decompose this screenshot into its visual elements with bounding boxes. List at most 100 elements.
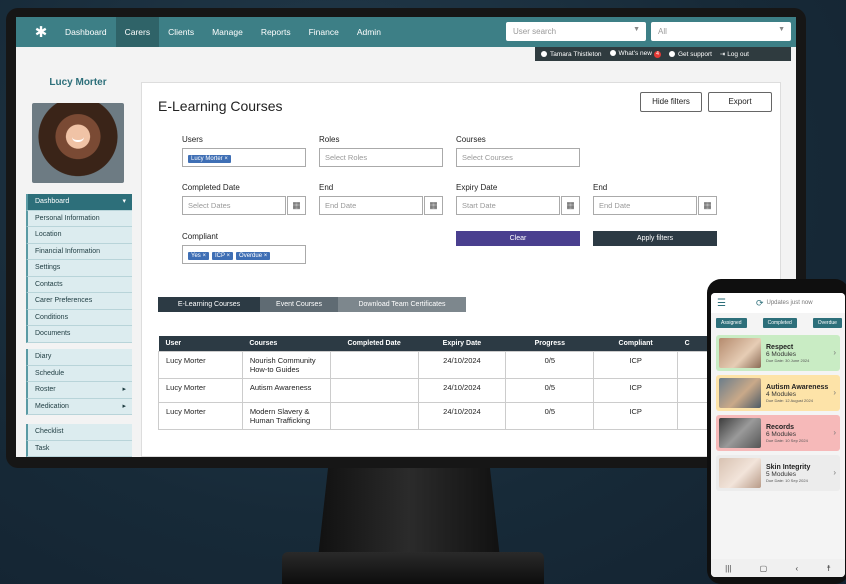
users-tag[interactable]: Lucy Morter × (188, 155, 231, 163)
sidebar-item-schedule[interactable]: Schedule (26, 365, 132, 382)
logout-link[interactable]: ⇥ Log out (720, 50, 749, 58)
table-row[interactable]: Lucy Morter Autism Awareness 24/10/2024 … (158, 377, 718, 403)
scope-select[interactable]: All ▼ (651, 22, 791, 41)
sidebar-item-settings[interactable]: Settings (26, 260, 132, 277)
course-card-respect[interactable]: Respect 6 Modules Due Date: 30 June 2024 › (716, 335, 840, 371)
compliant-field[interactable]: Yes × ICP × Overdue × (182, 245, 306, 264)
home-icon[interactable]: ▢ (760, 564, 768, 573)
sidebar-item-task[interactable]: Task (26, 440, 132, 457)
chip-assigned[interactable]: Assigned (716, 318, 747, 328)
whats-new-link[interactable]: What's new 4 (609, 50, 661, 58)
app-logo-icon[interactable]: ✱ (26, 17, 56, 47)
clear-button[interactable]: Clear (456, 231, 580, 246)
chevron-right-icon: › (833, 388, 836, 397)
compliant-tag-overdue[interactable]: Overdue × (236, 252, 271, 260)
compliant-label: Compliant (182, 232, 219, 241)
completed-date-input[interactable]: Select Dates (182, 196, 286, 215)
phone-screen: ☰ ⟳ Updates just now Assigned Completed … (711, 293, 845, 577)
nav-dashboard[interactable]: Dashboard (56, 17, 116, 47)
course-card-skin-integrity[interactable]: Skin Integrity 5 Modules Due Date: 10 Sep … (716, 455, 840, 491)
nav-clients[interactable]: Clients (159, 17, 203, 47)
users-label: Users (182, 135, 203, 144)
courses-table: User Courses Completed Date Expiry Date … (158, 336, 718, 430)
course-thumbnail (719, 458, 761, 488)
current-user-link[interactable]: Tamara Thistleton (541, 51, 602, 58)
sidebar-item-medication[interactable]: Medication ▸ (26, 398, 132, 415)
course-tabs: E-Learning Courses Event Courses Downloa… (158, 297, 466, 312)
calendar-icon[interactable]: ▦ (287, 196, 306, 215)
expiry-end-input[interactable]: End Date (593, 196, 697, 215)
sidebar-menu-care: Diary Schedule Roster ▸ Medication ▸ (26, 349, 132, 415)
sidebar-item-checklist[interactable]: Checklist (26, 424, 132, 441)
hide-filters-button[interactable]: Hide filters (640, 92, 702, 112)
cell-expiry: 24/10/2024 (417, 350, 507, 379)
cell-completed (329, 350, 419, 379)
cell-progress: 0/5 (505, 377, 595, 403)
sidebar-item-conditions[interactable]: Conditions (26, 309, 132, 326)
course-card-autism-awareness[interactable]: Autism Awareness 4 Modules Due Date: 12 Au… (716, 375, 840, 411)
completed-end-input[interactable]: End Date (319, 196, 423, 215)
sidebar-item-contacts[interactable]: Contacts (26, 276, 132, 293)
export-button[interactable]: Export (708, 92, 772, 112)
tab-event-courses[interactable]: Event Courses (260, 297, 338, 312)
sidebar-item-personal-information[interactable]: Personal Information (26, 210, 132, 227)
cell-compliant: ICP (593, 377, 679, 403)
tab-download-team-certificates[interactable]: Download Team Certificates (338, 297, 466, 312)
nav-admin[interactable]: Admin (348, 17, 390, 47)
table-row[interactable]: Lucy Morter Nourish Community How-to Guid… (158, 350, 718, 379)
sidebar-item-dashboard[interactable]: Dashboard ▾ (26, 194, 132, 211)
hamburger-menu-icon[interactable]: ☰ (717, 298, 726, 309)
scope-select-value: All (658, 27, 667, 36)
calendar-icon[interactable]: ▦ (561, 196, 580, 215)
cell-completed (329, 377, 419, 403)
expiry-start-input[interactable]: Start Date (456, 196, 560, 215)
nav-manage[interactable]: Manage (203, 17, 252, 47)
monitor-base (282, 552, 544, 584)
col-progress[interactable]: Progress (505, 336, 594, 351)
cell-course: Autism Awareness (241, 377, 331, 403)
col-expiry-date[interactable]: Expiry Date (418, 336, 506, 351)
compliant-tag-icp[interactable]: ICP × (211, 252, 234, 260)
calendar-icon[interactable]: ▦ (424, 196, 443, 215)
sidebar-item-roster[interactable]: Roster ▸ (26, 382, 132, 399)
table-row[interactable]: Lucy Morter Modern Slavery & Human Traffi… (158, 401, 718, 430)
sidebar-item-documents[interactable]: Documents (26, 326, 132, 343)
sidebar-item-carer-preferences[interactable]: Carer Preferences (26, 293, 132, 310)
sidebar-item-diary[interactable]: Diary (26, 349, 132, 366)
col-completed-date[interactable]: Completed Date (330, 336, 419, 351)
back-icon[interactable]: ‹ (796, 564, 799, 573)
sidebar-item-location[interactable]: Location (26, 227, 132, 244)
cell-user: Lucy Morter (158, 401, 243, 430)
apply-filters-button[interactable]: Apply filters (593, 231, 717, 246)
nav-reports[interactable]: Reports (252, 17, 300, 47)
nav-carers[interactable]: Carers (115, 17, 160, 47)
chip-completed[interactable]: Completed (762, 318, 797, 328)
support-link[interactable]: Get support (668, 51, 712, 58)
roles-select[interactable]: Select Roles (319, 148, 443, 167)
recent-apps-icon[interactable]: ||| (725, 564, 731, 573)
courses-select[interactable]: Select Courses (456, 148, 580, 167)
profile-sidebar: Lucy Morter (24, 77, 132, 183)
course-thumbnail (719, 418, 761, 448)
expiry-end-label: End (593, 183, 608, 192)
whats-new-badge: 4 (653, 51, 661, 58)
accessibility-icon[interactable]: ☨ (826, 564, 830, 573)
chevron-down-icon: ▼ (633, 26, 640, 33)
calendar-icon[interactable]: ▦ (698, 196, 717, 215)
phone-header: ☰ ⟳ Updates just now (711, 293, 845, 313)
col-courses[interactable]: Courses (242, 336, 331, 351)
sidebar-item-financial-information[interactable]: Financial Information (26, 243, 132, 260)
users-field[interactable]: Lucy Morter × (182, 148, 306, 167)
col-user[interactable]: User (158, 336, 243, 351)
refresh-icon[interactable]: ⟳ (756, 298, 764, 309)
table-header-row: User Courses Completed Date Expiry Date … (158, 336, 718, 351)
col-compliant[interactable]: Compliant (593, 336, 678, 351)
compliant-tag-yes[interactable]: Yes × (188, 252, 209, 260)
profile-name: Lucy Morter (49, 77, 107, 88)
chip-overdue[interactable]: Overdue (812, 318, 842, 328)
tab-e-learning-courses[interactable]: E-Learning Courses (158, 297, 260, 312)
user-search-select[interactable]: User search ▼ (506, 22, 646, 41)
nav-finance[interactable]: Finance (300, 17, 348, 47)
course-card-records[interactable]: Records 6 Modules Due Date: 10 Sep 2024 › (716, 415, 840, 451)
cell-progress: 0/5 (505, 401, 595, 430)
